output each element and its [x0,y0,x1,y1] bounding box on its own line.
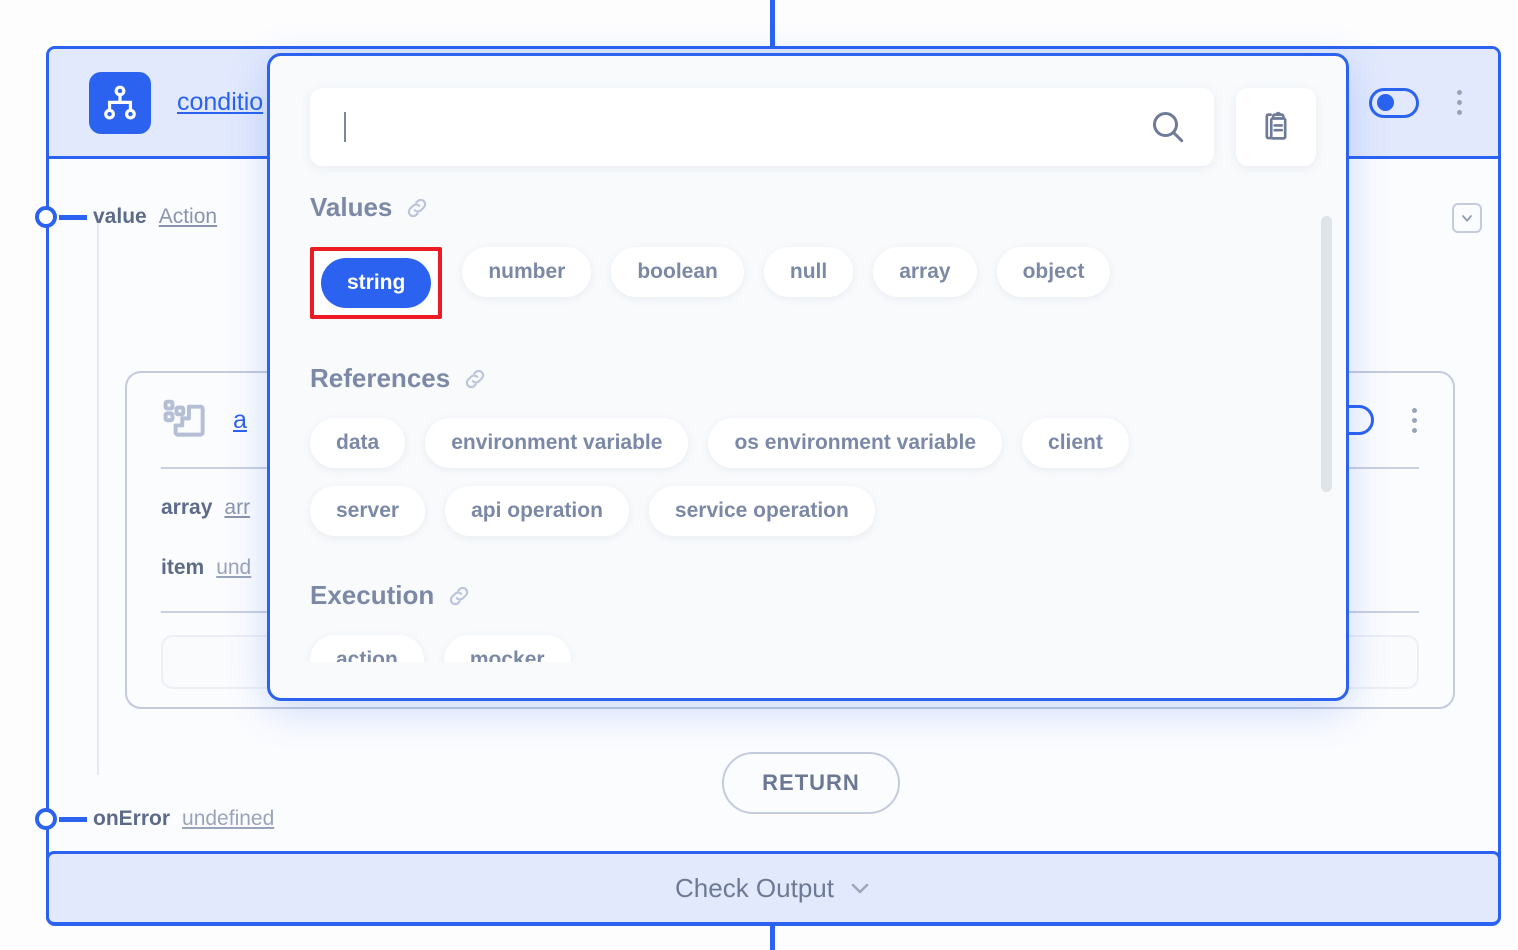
port-connector-onerror[interactable] [35,808,57,830]
edge-connector-top [770,0,775,48]
node-guide-line [97,215,99,775]
array-node-title[interactable]: a [233,406,247,435]
popup-search-area [270,56,1346,166]
value-collapse-button[interactable] [1452,203,1482,233]
selected-type-highlight: string [310,247,443,319]
condition-node-header-actions [1369,49,1498,156]
port-row-value: value Action [35,205,217,229]
chip-client[interactable]: client [1022,418,1129,468]
chip-api-operation[interactable]: api operation [445,486,629,536]
kebab-dot [1412,417,1417,423]
kebab-dot [1457,110,1462,115]
field-label-array: array [161,496,213,519]
kebab-menu-icon[interactable] [1449,86,1470,119]
check-output-bar[interactable]: Check Output [46,851,1501,925]
condition-node-toggle[interactable] [1369,87,1419,118]
port-value-value[interactable]: Action [159,205,217,229]
chip-array[interactable]: array [873,247,977,297]
chip-action[interactable]: action [310,635,424,662]
port-connector-value[interactable] [35,206,57,228]
condition-node-title[interactable]: conditio [177,88,263,117]
field-label-item: item [161,556,205,579]
section-title-references: References [310,363,451,393]
chip-row-references-1: data environment variable os environment… [310,418,1306,468]
port-label-value: value [93,205,147,228]
flow-canvas: conditio value Action a array arr item u… [0,0,1518,950]
section-title-execution: Execution [310,580,435,610]
popup-scrollbar-thumb[interactable] [1321,216,1332,492]
condition-hierarchy-icon [89,71,151,134]
kebab-dot [1412,427,1417,433]
clipboard-paste-icon[interactable] [1236,88,1316,166]
search-icon[interactable] [1148,107,1188,147]
chip-object[interactable]: object [996,247,1111,297]
chip-server[interactable]: server [310,486,426,536]
return-button[interactable]: RETURN [722,752,900,814]
chip-row-execution: action mocker [310,635,1306,662]
section-header-values: Values [310,192,1306,223]
kebab-menu-icon[interactable] [1404,404,1425,437]
kebab-dot [1457,100,1462,105]
port-row-onerror: onError undefined [35,807,274,831]
chip-os-environment-variable[interactable]: os environment variable [708,418,1003,468]
chip-number[interactable]: number [462,247,592,297]
kebab-dot [1412,407,1417,413]
port-stub-onerror [59,816,87,822]
field-value-array[interactable]: arr [224,496,250,520]
edge-connector-bottom [770,925,775,950]
chip-row-values: string number boolean null array object [310,247,1306,319]
array-blocks-icon [161,395,211,445]
field-value-item[interactable]: und [216,556,251,580]
text-caret [344,112,346,142]
chevron-down-icon[interactable] [848,876,872,900]
kebab-dot [1457,90,1462,95]
chip-boolean[interactable]: boolean [611,247,744,297]
section-header-execution: Execution [310,580,1306,611]
chip-null[interactable]: null [763,247,854,297]
link-chain-icon [462,366,488,392]
chip-mocker[interactable]: mocker [443,635,571,662]
chip-row-references-2: server api operation service operation [310,486,1306,536]
chip-string[interactable]: string [321,258,432,308]
chip-service-operation[interactable]: service operation [648,486,875,536]
section-header-references: References [310,363,1306,394]
popup-scrollbar[interactable] [1321,216,1332,636]
toggle-knob [1377,94,1394,111]
link-chain-icon [446,583,472,609]
link-chain-icon [404,195,430,221]
type-picker-popup[interactable]: Values string number boolean null array … [267,53,1349,701]
port-stub-value [59,214,87,220]
port-label-onerror: onError [93,807,171,830]
search-input[interactable] [310,88,1214,166]
chip-environment-variable[interactable]: environment variable [425,418,689,468]
popup-options-scroll[interactable]: Values string number boolean null array … [270,192,1346,662]
check-output-label: Check Output [675,872,834,903]
chip-data[interactable]: data [310,418,406,468]
port-value-onerror[interactable]: undefined [182,807,274,831]
section-title-values: Values [310,192,393,222]
